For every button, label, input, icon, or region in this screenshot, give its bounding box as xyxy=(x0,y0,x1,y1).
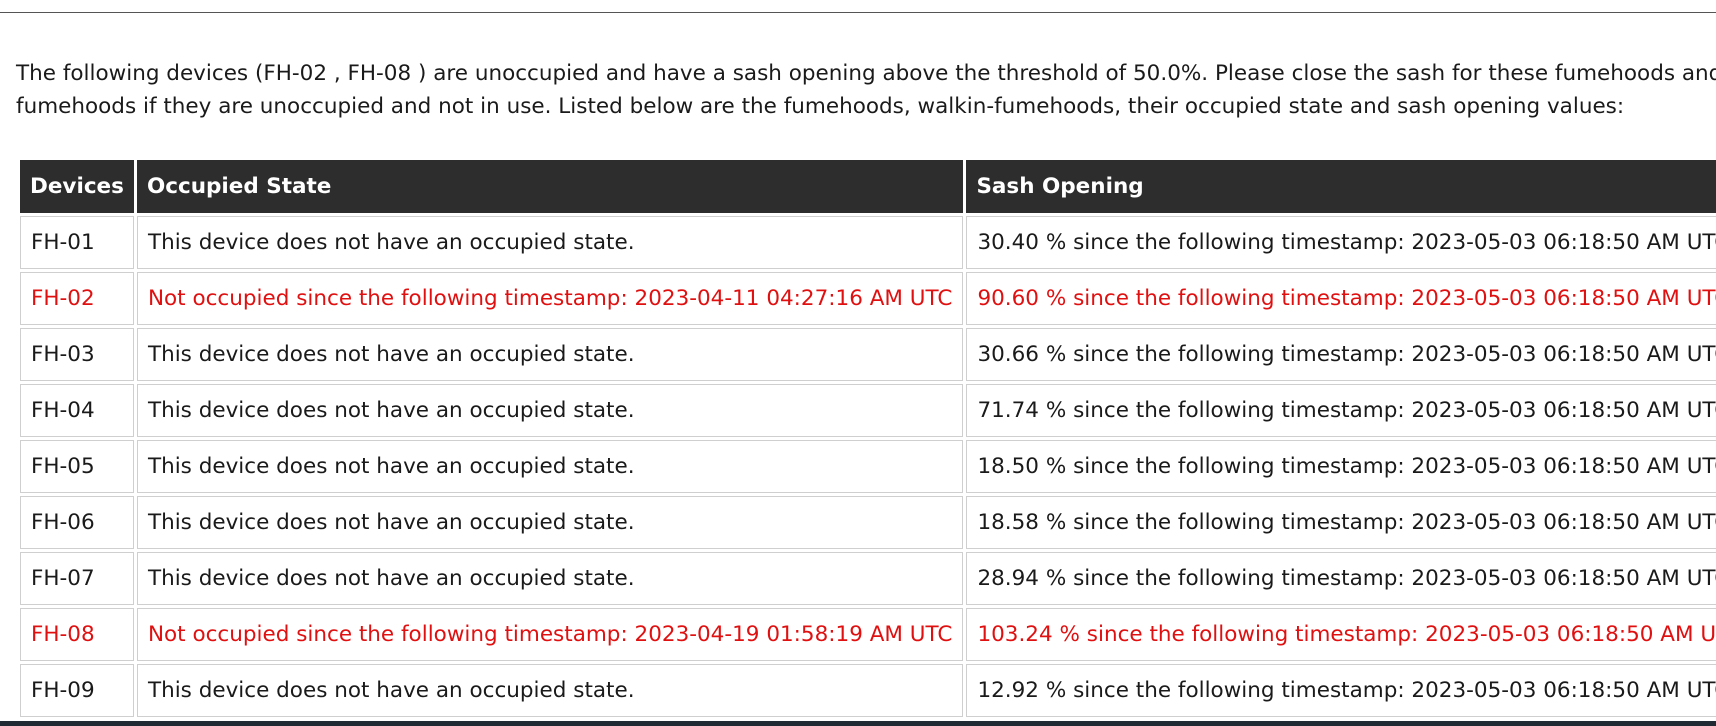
header-occupied-state: Occupied State xyxy=(136,160,964,213)
sash-opening-cell: 30.66 % since the following timestamp: 2… xyxy=(966,328,1716,381)
occupied-state-cell: This device does not have an occupied st… xyxy=(136,328,964,381)
sash-opening-cell: 28.94 % since the following timestamp: 2… xyxy=(966,552,1716,605)
occupied-state-cell: This device does not have an occupied st… xyxy=(136,664,964,717)
occupied-state-cell: This device does not have an occupied st… xyxy=(136,440,964,493)
fumehood-table: Devices Occupied State Sash Opening FH-0… xyxy=(17,157,1716,720)
table-row: FH-08 Not occupied since the following t… xyxy=(20,608,1716,661)
sash-opening-cell: 30.40 % since the following timestamp: 2… xyxy=(966,216,1716,269)
table-row: FH-09 This device does not have an occup… xyxy=(20,664,1716,717)
table-row: FH-04 This device does not have an occup… xyxy=(20,384,1716,437)
occupied-state-cell: This device does not have an occupied st… xyxy=(136,496,964,549)
device-cell: FH-05 xyxy=(20,440,134,493)
occupied-state-cell: Not occupied since the following timesta… xyxy=(136,608,964,661)
occupied-state-cell: This device does not have an occupied st… xyxy=(136,384,964,437)
device-cell: FH-09 xyxy=(20,664,134,717)
device-cell: FH-03 xyxy=(20,328,134,381)
device-cell: FH-06 xyxy=(20,496,134,549)
device-cell: FH-02 xyxy=(20,272,134,325)
device-cell: FH-04 xyxy=(20,384,134,437)
intro-message: The following devices (FH-02 , FH-08 ) a… xyxy=(16,57,1716,123)
occupied-state-cell: This device does not have an occupied st… xyxy=(136,552,964,605)
table-header-row: Devices Occupied State Sash Opening xyxy=(20,160,1716,213)
intro-line-2: fumehoods if they are unoccupied and not… xyxy=(16,94,1625,119)
table-row: FH-05 This device does not have an occup… xyxy=(20,440,1716,493)
device-cell: FH-08 xyxy=(20,608,134,661)
sash-opening-cell: 103.24 % since the following timestamp: … xyxy=(966,608,1716,661)
sash-opening-cell: 12.92 % since the following timestamp: 2… xyxy=(966,664,1716,717)
table-row: FH-02 Not occupied since the following t… xyxy=(20,272,1716,325)
device-cell: FH-01 xyxy=(20,216,134,269)
sash-opening-cell: 71.74 % since the following timestamp: 2… xyxy=(966,384,1716,437)
sash-opening-cell: 18.50 % since the following timestamp: 2… xyxy=(966,440,1716,493)
table-row: FH-06 This device does not have an occup… xyxy=(20,496,1716,549)
sash-opening-cell: 18.58 % since the following timestamp: 2… xyxy=(966,496,1716,549)
intro-line-1: The following devices (FH-02 , FH-08 ) a… xyxy=(16,61,1716,86)
header-sash-opening: Sash Opening xyxy=(966,160,1716,213)
table-row: FH-01 This device does not have an occup… xyxy=(20,216,1716,269)
horizontal-divider xyxy=(0,12,1716,13)
occupied-state-cell: Not occupied since the following timesta… xyxy=(136,272,964,325)
occupied-state-cell: This device does not have an occupied st… xyxy=(136,216,964,269)
table-row: FH-03 This device does not have an occup… xyxy=(20,328,1716,381)
table-row: FH-07 This device does not have an occup… xyxy=(20,552,1716,605)
header-devices: Devices xyxy=(20,160,134,213)
sash-opening-cell: 90.60 % since the following timestamp: 2… xyxy=(966,272,1716,325)
device-cell: FH-07 xyxy=(20,552,134,605)
bottom-edge-bar xyxy=(0,721,1716,726)
